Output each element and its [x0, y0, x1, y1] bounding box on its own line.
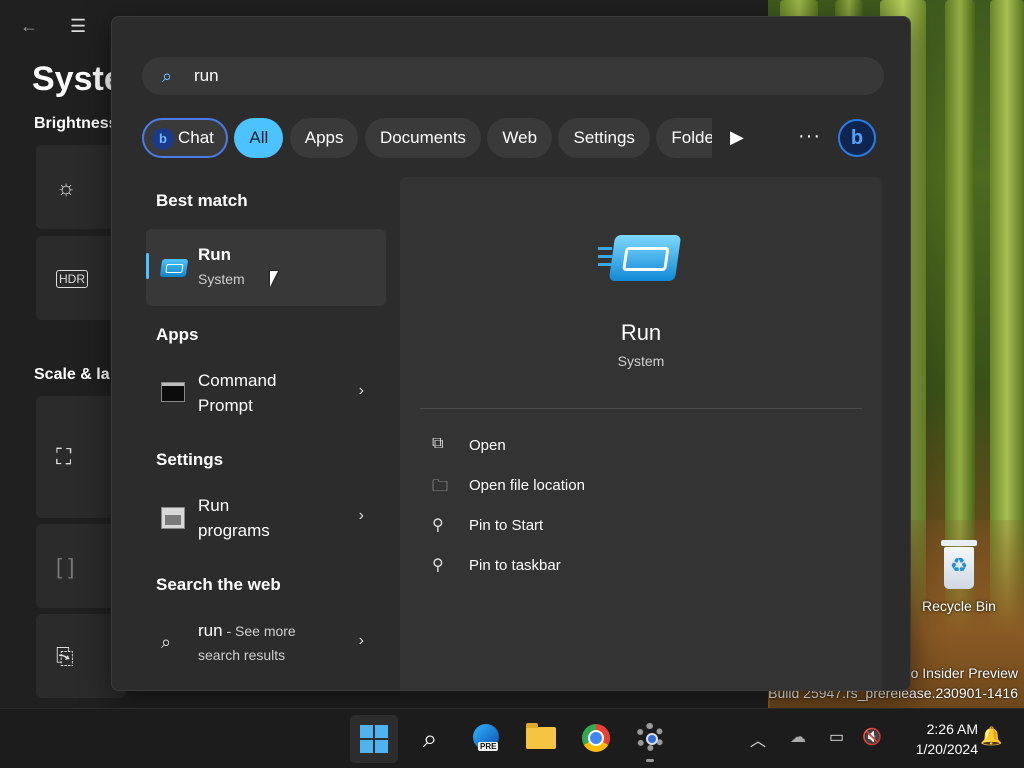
bing-chat-icon: b — [152, 127, 174, 150]
action-label: Pin to Start — [469, 517, 544, 534]
selection-indicator — [146, 253, 149, 279]
best-match-result-run[interactable]: Run System — [146, 229, 386, 306]
hdr-icon: HDR — [56, 270, 88, 288]
search-flyout: ⌕ bChat All Apps Documents Web Settings … — [111, 16, 911, 691]
scroll-filters-right-icon[interactable]: ▶ — [730, 127, 744, 148]
taskbar-file-explorer[interactable] — [516, 715, 564, 763]
notification-bell-icon[interactable]: 🔔 — [980, 726, 1002, 747]
result-name-line1: Run — [198, 496, 230, 515]
file-explorer-icon — [526, 723, 556, 749]
result-name: Run — [198, 245, 232, 264]
filter-chat[interactable]: b Chat — [142, 118, 228, 158]
chevron-right-icon[interactable]: › — [359, 632, 364, 650]
chevron-right-icon[interactable]: › — [359, 507, 364, 525]
taskbar-search-button[interactable]: ⌕ — [406, 715, 454, 763]
run-icon — [159, 259, 189, 281]
result-name-line1: Command — [198, 371, 277, 390]
result-name-line2: Prompt — [198, 396, 253, 415]
open-external-icon: ⧉ — [432, 435, 444, 452]
result-command-prompt[interactable]: Command Prompt › — [146, 362, 386, 424]
filter-apps[interactable]: Apps — [289, 118, 359, 158]
run-app-icon — [598, 235, 682, 283]
result-run-programs[interactable]: Run programs › — [146, 487, 386, 549]
settings-section-brightness: Brightness — [34, 115, 118, 132]
pin-icon: ⚲ — [432, 517, 444, 534]
back-arrow-icon[interactable]: ← — [20, 16, 38, 37]
recycle-bin-icon: ♻ — [939, 540, 979, 590]
search-icon: ⌕ — [161, 632, 172, 652]
result-web-search[interactable]: ⌕ run - See more search results › — [146, 612, 386, 674]
clock-time: 2:26 AM — [926, 721, 978, 737]
filter-chat-label: Chat — [178, 128, 214, 147]
running-indicator — [646, 759, 654, 762]
search-box[interactable]: ⌕ — [142, 57, 884, 95]
best-match-heading: Best match — [156, 191, 248, 210]
edge-pre-tag: PRE — [478, 742, 499, 751]
taskbar-clock[interactable]: 2:26 AM 1/20/2024 — [892, 719, 978, 759]
chrome-icon — [582, 724, 610, 752]
run-programs-icon — [161, 507, 187, 529]
taskbar-chrome[interactable] — [572, 715, 620, 763]
filter-settings[interactable]: Settings — [558, 118, 650, 158]
edge-preview-icon: PRE — [473, 724, 499, 751]
result-name-line2: programs — [198, 521, 270, 540]
taskbar-settings[interactable] — [626, 715, 674, 763]
web-query: run — [198, 621, 223, 640]
scale-icon: ⛶ — [56, 444, 72, 469]
settings-page-title: Syste — [32, 60, 123, 98]
recycle-bin-shortcut[interactable]: ♻ Recycle Bin — [916, 540, 1002, 614]
action-label: Open file location — [469, 477, 585, 494]
result-subtitle: System — [198, 271, 245, 287]
preview-title: Run — [620, 320, 662, 345]
ellipsis-icon[interactable]: ··· — [798, 125, 821, 148]
start-button[interactable] — [350, 715, 398, 763]
taskbar: ⌕ PRE ︿ ☁ ▭ 🔇 2:26 AM 1/20/2024 🔔 — [0, 708, 1024, 768]
volume-muted-icon[interactable]: 🔇 — [862, 727, 882, 747]
filter-folders[interactable]: Folders — [656, 118, 712, 158]
windows-logo-icon — [360, 725, 388, 753]
recycle-bin-label: Recycle Bin — [922, 598, 996, 614]
search-input[interactable] — [194, 57, 854, 95]
orientation-icon: ⎘ — [56, 644, 74, 669]
filter-all[interactable]: All — [234, 118, 284, 158]
taskbar-edge-preview[interactable]: PRE — [462, 715, 510, 763]
chevron-up-icon[interactable]: ︿ — [750, 727, 766, 751]
preview-subtitle: System — [617, 353, 665, 369]
settings-gear-icon — [636, 723, 664, 751]
preview-pane: Run System ⧉ Open 🗀 Open file location ⚲… — [400, 177, 882, 690]
hamburger-menu-icon[interactable]: ☰ — [70, 16, 86, 37]
apps-heading: Apps — [156, 325, 199, 344]
search-icon: ⌕ — [162, 66, 173, 86]
network-icon[interactable]: ▭ — [829, 727, 844, 747]
mouse-cursor — [270, 271, 286, 287]
action-label: Pin to taskbar — [469, 557, 561, 574]
desktop-watermark-edition: o Insider Preview — [910, 665, 1018, 681]
web-query-line2: search results — [198, 647, 286, 663]
onedrive-icon[interactable]: ☁ — [790, 727, 806, 747]
web-query-suffix: - See more — [222, 623, 296, 639]
filter-web[interactable]: Web — [487, 118, 553, 158]
search-filters: b Chat All Apps Documents Web Settings Fo… — [142, 118, 712, 160]
search-web-heading: Search the web — [156, 575, 281, 594]
clock-date: 1/20/2024 — [915, 741, 978, 757]
divider — [420, 408, 862, 409]
folder-icon: 🗀 — [432, 478, 449, 495]
chevron-right-icon[interactable]: › — [359, 382, 364, 400]
settings-heading: Settings — [156, 450, 224, 469]
action-label: Open — [469, 437, 506, 454]
brightness-icon: ☼ — [56, 175, 77, 200]
command-prompt-icon — [161, 382, 187, 404]
filter-documents[interactable]: Documents — [364, 118, 481, 158]
web-query-line: run - See more — [198, 618, 296, 644]
pin-icon: ⚲ — [432, 557, 444, 574]
settings-section-scale: Scale & la — [34, 366, 110, 383]
search-icon: ⌕ — [422, 723, 438, 753]
bing-icon[interactable]: b — [838, 119, 876, 157]
resolution-icon: [ ] — [56, 554, 75, 579]
